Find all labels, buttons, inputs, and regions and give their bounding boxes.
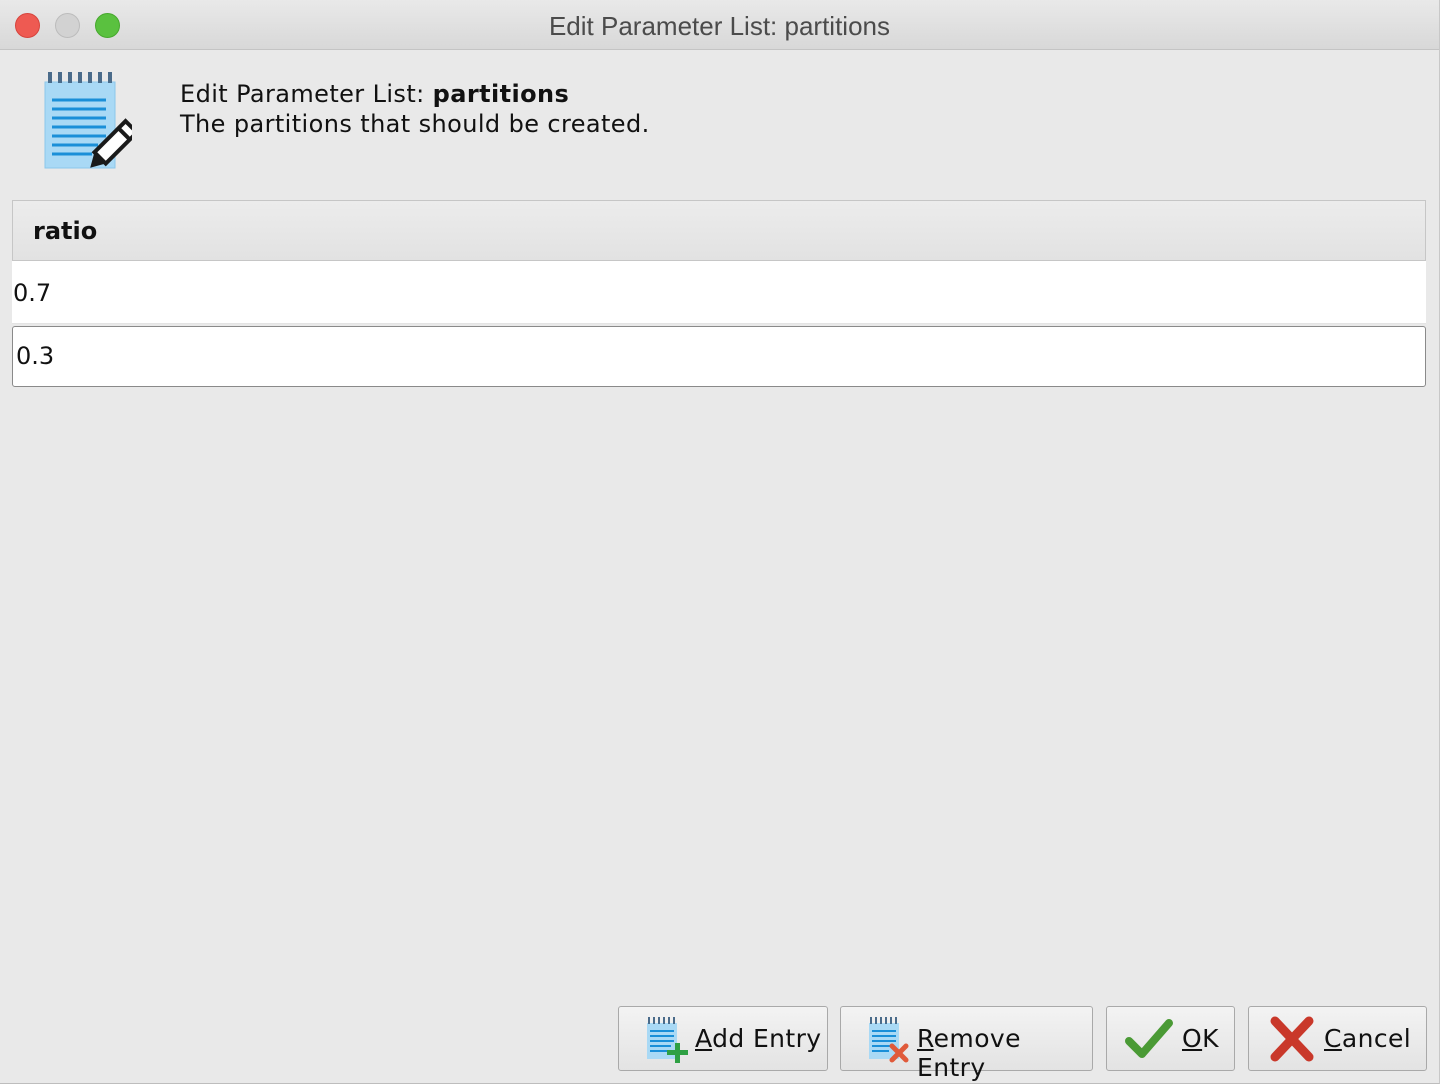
- column-header-label: ratio: [33, 217, 98, 245]
- cancel-button[interactable]: Cancel: [1248, 1006, 1427, 1071]
- dialog-window: Edit Parameter List: partitions Edit Par…: [0, 0, 1440, 1084]
- header-prefix: Edit Parameter List:: [180, 80, 433, 108]
- notepad-remove-icon: [865, 1015, 911, 1063]
- notepad-add-icon: [643, 1015, 689, 1063]
- add-entry-button[interactable]: Add Entry: [618, 1006, 828, 1071]
- table-cell-ratio[interactable]: 0.7: [13, 279, 51, 307]
- ok-button[interactable]: OK: [1106, 1006, 1235, 1071]
- add-entry-label: Add Entry: [695, 1024, 822, 1053]
- checkmark-icon: [1125, 1015, 1173, 1063]
- parameter-table: ratio 0.7: [12, 200, 1426, 390]
- red-x-icon: [1269, 1015, 1315, 1063]
- column-header-ratio[interactable]: ratio: [12, 200, 1426, 261]
- table-row-editing[interactable]: [12, 326, 1426, 387]
- remove-entry-button[interactable]: Remove Entry: [840, 1006, 1093, 1082]
- notepad-pencil-icon: [40, 70, 140, 170]
- title-bar[interactable]: Edit Parameter List: partitions: [0, 0, 1439, 50]
- window-title: Edit Parameter List: partitions: [548, 11, 891, 41]
- cell-edit-field[interactable]: [16, 328, 1416, 384]
- parameter-name: partitions: [432, 80, 570, 108]
- cancel-label: Cancel: [1324, 1024, 1412, 1053]
- ok-label: OK: [1182, 1024, 1219, 1053]
- table-row[interactable]: 0.7: [12, 261, 1426, 324]
- header-description: The partitions that should be created.: [180, 110, 650, 138]
- header-title: Edit Parameter List: partitions: [180, 80, 569, 108]
- remove-entry-label: Remove Entry: [917, 1024, 1021, 1082]
